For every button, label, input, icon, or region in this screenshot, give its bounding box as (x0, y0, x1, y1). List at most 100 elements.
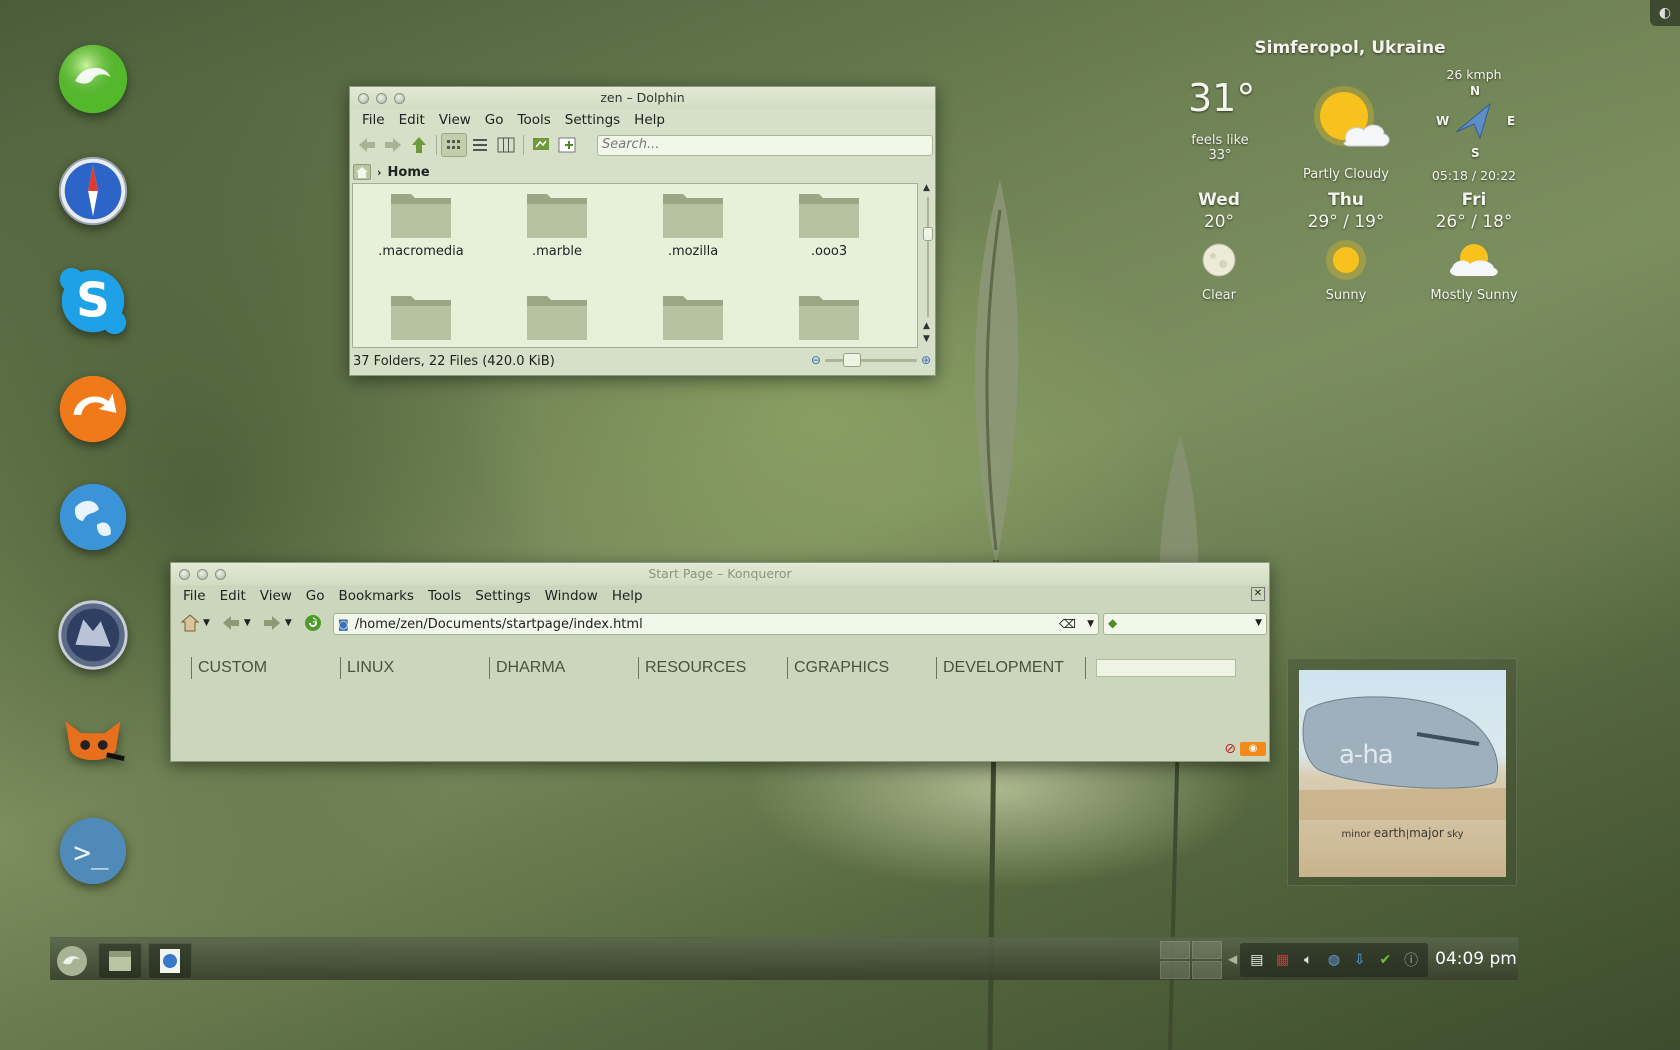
nav-link-development[interactable]: DEVELOPMENT (936, 657, 1085, 679)
terminal-icon[interactable]: >_ (50, 808, 136, 894)
search-input[interactable]: Search... (597, 135, 933, 156)
download-icon[interactable]: ⇩ (1350, 950, 1370, 970)
rss-feed-icon[interactable]: ◉ (1240, 742, 1266, 756)
gimp-icon[interactable] (50, 700, 136, 786)
album-cover[interactable]: a-ha minor earth|major sky (1299, 670, 1506, 877)
menu-file[interactable]: File (356, 112, 391, 128)
folder-item[interactable]: .ooo3 (761, 188, 897, 259)
scroll-down-icon[interactable]: ▼ (923, 334, 930, 344)
minimize-button[interactable] (376, 93, 387, 104)
nav-link-cgraphics[interactable]: CGRAPHICS (787, 657, 936, 679)
chevron-down-icon[interactable]: ▼ (1255, 618, 1262, 628)
menu-help[interactable]: Help (628, 112, 671, 128)
menu-edit[interactable]: Edit (393, 112, 431, 128)
menu-go[interactable]: Go (479, 112, 510, 128)
check-shield-icon[interactable]: ✔ (1375, 950, 1395, 970)
reload-button[interactable] (300, 611, 326, 635)
zoom-out-icon[interactable]: ⊖ (811, 353, 821, 367)
chevron-down-icon[interactable]: ▼ (203, 618, 210, 628)
zoom-slider[interactable] (824, 352, 917, 367)
desktop-3[interactable] (1160, 961, 1190, 979)
close-button[interactable] (358, 93, 369, 104)
chevron-down-icon[interactable]: ▼ (285, 618, 292, 628)
details-view-button[interactable] (467, 133, 493, 157)
desktop-4[interactable] (1192, 961, 1222, 979)
scroll-up-icon[interactable]: ▲ (923, 183, 930, 193)
folder-item[interactable]: .mozilla (625, 188, 761, 259)
chevron-down-icon[interactable]: ▼ (244, 618, 251, 628)
close-button[interactable] (179, 569, 190, 580)
columns-view-button[interactable] (493, 133, 519, 157)
url-input[interactable]: ◙ /home/zen/Documents/startpage/index.ht… (333, 613, 1099, 635)
icons-view-button[interactable] (441, 133, 467, 157)
web-search-input[interactable]: ◆ ▼ (1103, 613, 1267, 635)
sync-arrow-icon[interactable] (50, 366, 136, 452)
nav-link-custom[interactable]: CUSTOM (191, 657, 340, 679)
folder-item[interactable]: .marble (489, 188, 625, 259)
zoom-in-icon[interactable]: ⊕ (921, 353, 931, 367)
scroll-down-icon[interactable]: ▲ (923, 321, 930, 331)
us-flag-icon[interactable]: ▦ (1273, 950, 1293, 970)
globe-icon[interactable] (50, 474, 136, 560)
adblock-icon[interactable]: ⊘ (1224, 741, 1236, 757)
chevron-down-icon[interactable]: ▼ (1087, 619, 1094, 629)
desktop-toolbox-icon[interactable]: ◐ (1650, 0, 1680, 26)
folder-item[interactable] (625, 290, 761, 346)
menu-view[interactable]: View (433, 112, 477, 128)
menu-edit[interactable]: Edit (214, 588, 252, 604)
scrollbar-thumb[interactable] (923, 227, 933, 241)
nav-link-resources[interactable]: RESOURCES (638, 657, 787, 679)
dolphin-titlebar[interactable]: zen – Dolphin (350, 87, 935, 109)
split-button[interactable] (554, 133, 580, 157)
up-button[interactable] (406, 133, 432, 157)
close-tab-icon[interactable]: ✕ (1251, 587, 1265, 601)
home-icon[interactable] (353, 164, 371, 180)
menu-window[interactable]: Window (539, 588, 604, 604)
kickoff-menu-button[interactable] (50, 943, 94, 979)
skype-icon[interactable]: S (50, 258, 136, 344)
back-button[interactable] (218, 611, 244, 635)
menu-bookmarks[interactable]: Bookmarks (333, 588, 420, 604)
vertical-scrollbar[interactable]: ▲ ▲ ▼ (922, 183, 934, 348)
desktop-2[interactable] (1192, 941, 1222, 959)
folder-item[interactable] (489, 290, 625, 346)
menu-tools[interactable]: Tools (422, 588, 467, 604)
desktop-1[interactable] (1160, 941, 1190, 959)
folder-item[interactable] (353, 290, 489, 346)
breadcrumb-home[interactable]: Home (388, 165, 430, 180)
nav-link-dharma[interactable]: DHARMA (489, 657, 638, 679)
maximize-button[interactable] (215, 569, 226, 580)
forward-button[interactable] (259, 611, 285, 635)
maximize-button[interactable] (394, 93, 405, 104)
konqueror-titlebar[interactable]: Start Page – Konqueror (171, 563, 1269, 585)
task-konqueror[interactable] (148, 943, 192, 979)
menu-view[interactable]: View (254, 588, 298, 604)
volume-icon[interactable]: 🔈︎ (1298, 950, 1318, 970)
clipboard-icon[interactable]: ▤ (1247, 950, 1267, 970)
preview-button[interactable] (528, 133, 554, 157)
network-globe-icon[interactable]: ◍ (1324, 950, 1344, 970)
tray-expand-icon[interactable]: ◀ (1228, 952, 1237, 966)
wolf-app-icon[interactable] (50, 592, 136, 678)
forward-button[interactable] (380, 133, 406, 157)
folder-item[interactable] (761, 290, 897, 346)
clear-url-icon[interactable]: ⌫ (1059, 617, 1076, 631)
folder-item[interactable]: .macromedia (353, 188, 489, 259)
search-provider-icon[interactable]: ◆ (1108, 616, 1117, 630)
menu-settings[interactable]: Settings (559, 112, 626, 128)
menu-file[interactable]: File (177, 588, 212, 604)
home-button[interactable] (177, 611, 203, 635)
suse-launcher-icon[interactable] (50, 36, 136, 122)
startpage-search-input[interactable] (1096, 659, 1236, 677)
menu-tools[interactable]: Tools (512, 112, 557, 128)
task-dolphin[interactable] (98, 943, 142, 979)
menu-help[interactable]: Help (606, 588, 649, 604)
back-button[interactable] (354, 133, 380, 157)
safari-compass-icon[interactable] (50, 146, 136, 232)
menu-go[interactable]: Go (300, 588, 331, 604)
clock[interactable]: 04:09 pm (1434, 938, 1518, 981)
nav-link-linux[interactable]: LINUX (340, 657, 489, 679)
info-icon[interactable]: ⓘ (1401, 950, 1421, 970)
minimize-button[interactable] (197, 569, 208, 580)
menu-settings[interactable]: Settings (469, 588, 536, 604)
